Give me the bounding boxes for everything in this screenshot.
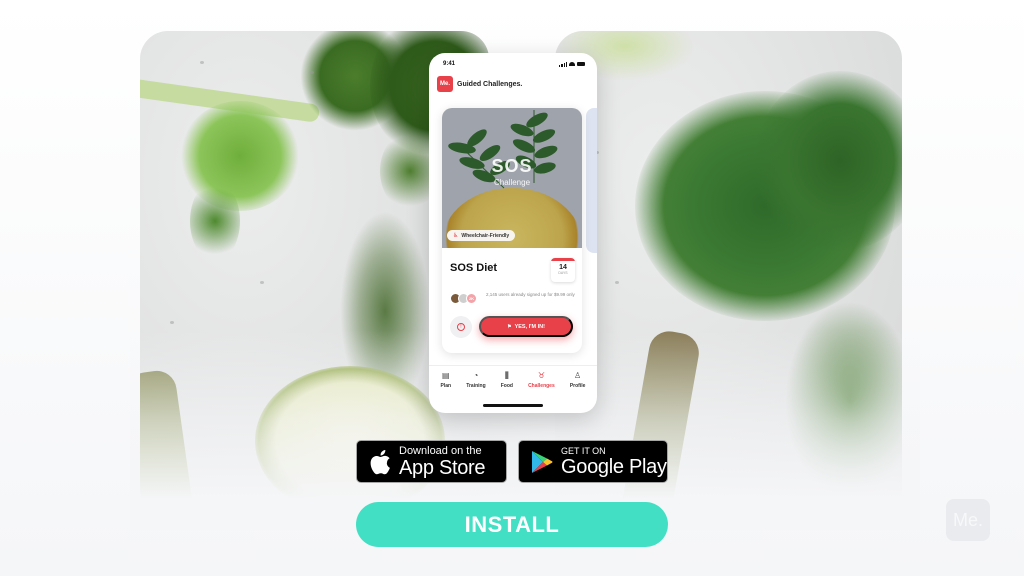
user-avatars: 2K [450, 293, 477, 304]
app-header: Me. Guided Challenges. [437, 76, 522, 92]
app-logo: Me. [437, 76, 453, 92]
tab-label: Training [466, 383, 486, 389]
challenge-title: SOS Diet [450, 262, 498, 274]
google-play-icon [532, 450, 553, 473]
plan-icon: ▤ [442, 371, 450, 380]
food-icon: ⫼ [505, 371, 509, 380]
flag-icon: ⚑ [507, 323, 512, 330]
google-play-small-text: GET IT ON [561, 445, 606, 456]
tab-profile[interactable]: ♙ Profile [569, 371, 586, 390]
brand-watermark-logo: Me. [946, 499, 990, 541]
tab-training[interactable]: ◔ Training [466, 371, 486, 390]
hero-title: SOS [491, 156, 533, 176]
duration-unit: DAYS [558, 271, 568, 275]
install-button[interactable]: INSTALL [356, 502, 668, 547]
tab-label: Food [500, 383, 513, 389]
challenges-icon: ♉ [537, 371, 545, 380]
info-button[interactable]: ! [450, 316, 472, 338]
tab-label: Challenges [528, 383, 555, 389]
tab-label: Profile [569, 383, 586, 389]
badge-label: Wheelchair-Friendly [461, 232, 510, 239]
app-store-button[interactable]: Download on the App Store [356, 440, 507, 483]
status-time: 9:41 [443, 61, 456, 67]
signal-icon [559, 61, 567, 67]
challenge-hero-image: SOS Challenge ♿ Wheelchair-Friendly [442, 108, 582, 248]
tab-challenges[interactable]: ♉ Challenges [528, 371, 555, 390]
page-title: Guided Challenges. [457, 80, 523, 88]
app-store-small-text: Download on the [399, 444, 482, 457]
tab-label: Plan [440, 383, 452, 389]
app-store-big-text: App Store [399, 456, 486, 479]
google-play-big-text: Google Play [561, 455, 667, 478]
bottom-tab-bar: ▤ Plan ◔ Training ⫼ Food ♉ Challenges ♙ [429, 365, 597, 413]
tab-plan[interactable]: ▤ Plan [440, 371, 452, 390]
home-indicator [483, 404, 543, 407]
challenge-card[interactable]: SOS Challenge ♿ Wheelchair-Friendly SOS … [442, 108, 582, 353]
next-card-peek[interactable] [586, 108, 597, 253]
ad-scene: 9:41 Me. Guided Challenges. SOS Challeng… [0, 0, 1024, 576]
duration-calendar: 14 DAYS [551, 258, 575, 282]
apple-icon [370, 449, 390, 474]
training-icon: ◔ [473, 371, 479, 380]
status-bar: 9:41 [443, 59, 585, 69]
profile-icon: ♙ [574, 371, 582, 380]
signup-count-text: 2,145 users already signed up for $9.99 … [486, 292, 575, 297]
wheelchair-icon: ♿ [453, 233, 459, 239]
join-button-label: YES, I'M IN! [514, 323, 545, 330]
wifi-icon [569, 62, 575, 66]
hero-subtitle: Challenge [493, 178, 531, 187]
battery-icon [577, 62, 585, 66]
join-challenge-button[interactable]: ⚑ YES, I'M IN! [479, 316, 573, 337]
duration-number: 14 [559, 264, 567, 271]
avatar-count: 2K [466, 293, 477, 304]
info-icon: ! [457, 323, 465, 331]
google-play-button[interactable]: GET IT ON Google Play [518, 440, 668, 483]
tab-food[interactable]: ⫼ Food [500, 371, 513, 390]
wheelchair-friendly-badge: ♿ Wheelchair-Friendly [447, 230, 516, 241]
phone-mockup: 9:41 Me. Guided Challenges. SOS Challeng… [429, 53, 597, 413]
